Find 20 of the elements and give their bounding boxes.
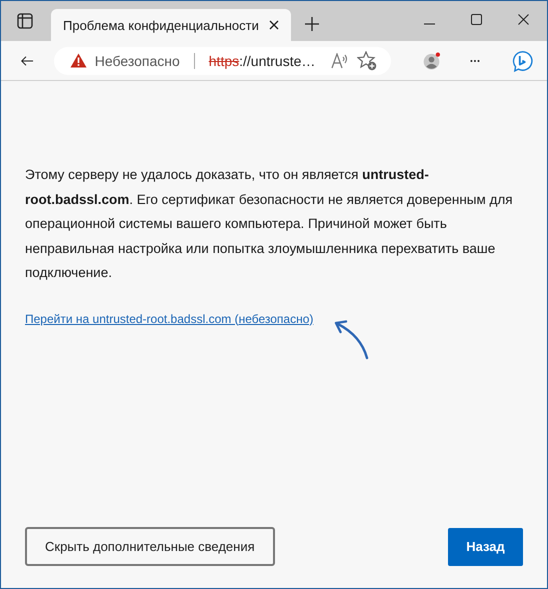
tab-actions-icon[interactable] <box>17 13 33 29</box>
close-icon[interactable] <box>269 20 279 30</box>
add-favorite-icon[interactable] <box>357 50 378 70</box>
minimize-icon[interactable] <box>424 23 435 25</box>
close-icon[interactable] <box>518 14 529 25</box>
warning-icon <box>70 53 87 68</box>
back-button[interactable]: Назад <box>448 528 523 566</box>
more-icon[interactable] <box>470 58 480 62</box>
hide-details-button[interactable]: Скрыть дополнительные сведения <box>25 527 275 566</box>
address-bar[interactable]: Небезопасно https://untruste… <box>54 46 392 74</box>
browser-tab[interactable]: Проблема конфиденциальности <box>51 9 291 41</box>
new-tab-icon[interactable] <box>305 17 319 31</box>
read-aloud-icon[interactable] <box>331 52 350 68</box>
proceed-link[interactable]: Перейти на untrusted-root.badssl.com (небезопасно) <box>25 312 314 326</box>
security-label: Небезопасно <box>94 52 180 68</box>
maximize-icon[interactable] <box>471 14 482 25</box>
url-text: https://untruste… <box>208 52 316 68</box>
error-message: Этому серверу не удалось доказать, что он является untrusted-root.badssl.com. Его сертификат безопасности не является доверенным для операционной системы вашего компьютера. Причиной может быть неправильная настройка или попытка злоумышленника перехватить ваше подключение. <box>25 166 514 282</box>
tab-title: Проблема конфиденциальности <box>63 18 259 32</box>
back-icon[interactable] <box>21 54 34 68</box>
